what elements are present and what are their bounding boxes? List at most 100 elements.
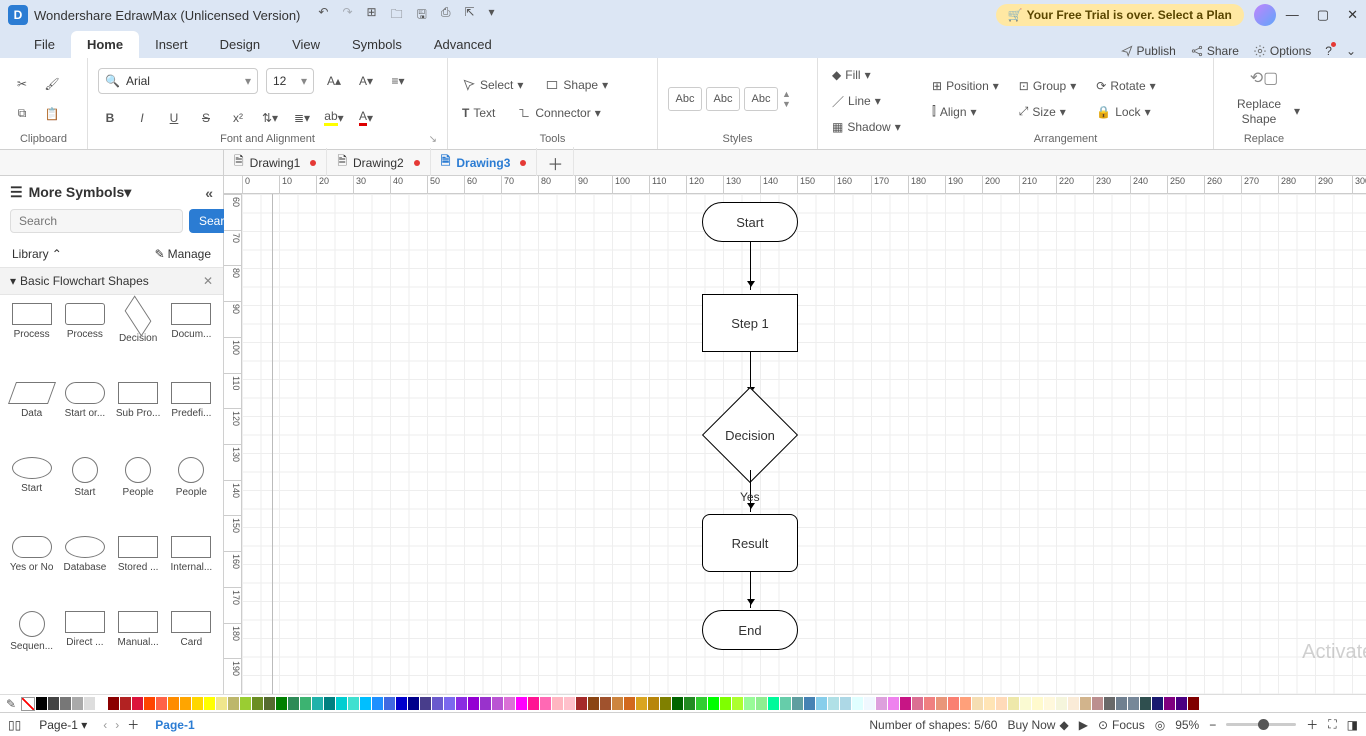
styles-up-icon[interactable]: ▲ bbox=[782, 89, 791, 99]
color-swatch[interactable] bbox=[48, 697, 59, 710]
menu-tab-home[interactable]: Home bbox=[71, 31, 139, 58]
shape-palette-item[interactable]: Card bbox=[166, 611, 217, 686]
styles-down-icon[interactable]: ▼ bbox=[782, 99, 791, 109]
shape-palette-item[interactable]: Sub Pro... bbox=[113, 382, 164, 453]
color-swatch[interactable] bbox=[192, 697, 203, 710]
shape-palette-item[interactable]: Data bbox=[6, 382, 57, 453]
flowchart-decision[interactable]: Decision bbox=[702, 400, 798, 470]
shape-palette-item[interactable]: Sequen... bbox=[6, 611, 57, 686]
shape-palette-item[interactable]: Docum... bbox=[166, 303, 217, 378]
align-button[interactable]: ⫿ Align▾ bbox=[928, 101, 1003, 123]
color-swatch[interactable] bbox=[600, 697, 611, 710]
color-swatch[interactable] bbox=[1032, 697, 1043, 710]
color-swatch[interactable] bbox=[264, 697, 275, 710]
more-symbols-button[interactable]: More Symbols▾ bbox=[29, 184, 132, 201]
color-swatch[interactable] bbox=[984, 697, 995, 710]
fill-button[interactable]: ◆ Fill ▾ bbox=[828, 64, 908, 86]
color-swatch[interactable] bbox=[252, 697, 263, 710]
shape-palette-item[interactable]: Database bbox=[59, 536, 110, 607]
position-button[interactable]: ⊞ Position▾ bbox=[928, 75, 1003, 97]
color-swatch[interactable] bbox=[1020, 697, 1031, 710]
superscript-icon[interactable]: x² bbox=[226, 106, 250, 130]
zoom-level[interactable]: 95% bbox=[1175, 718, 1199, 732]
publish-button[interactable]: Publish bbox=[1120, 44, 1176, 58]
ribbon-collapse-icon[interactable]: ⌄ bbox=[1346, 44, 1356, 58]
fit-page-icon[interactable]: ◎ bbox=[1155, 718, 1165, 732]
export-icon[interactable]: ⇱ bbox=[464, 5, 474, 26]
color-swatch[interactable] bbox=[732, 697, 743, 710]
color-swatch[interactable] bbox=[660, 697, 671, 710]
prev-page-icon[interactable]: ‹ bbox=[103, 718, 107, 732]
line-spacing-icon[interactable]: ⇅▾ bbox=[258, 106, 282, 130]
color-swatch[interactable] bbox=[912, 697, 923, 710]
menu-tab-view[interactable]: View bbox=[276, 31, 336, 58]
color-swatch[interactable] bbox=[96, 697, 107, 710]
add-doc-tab[interactable]: ＋ bbox=[537, 147, 574, 179]
copy-icon[interactable]: ⧉ bbox=[10, 102, 34, 126]
decrease-font-icon[interactable]: A▾ bbox=[354, 69, 378, 93]
doc-tab-drawing2[interactable]: 🗎Drawing2 bbox=[327, 148, 430, 177]
shape-palette-item[interactable]: Manual... bbox=[113, 611, 164, 686]
color-swatch[interactable] bbox=[936, 697, 947, 710]
color-swatch[interactable] bbox=[636, 697, 647, 710]
color-swatch[interactable] bbox=[888, 697, 899, 710]
sidebar-collapse-icon[interactable]: « bbox=[205, 185, 213, 201]
color-swatch[interactable] bbox=[120, 697, 131, 710]
menu-tab-design[interactable]: Design bbox=[204, 31, 276, 58]
connector-tool[interactable]: Connector ▾ bbox=[513, 103, 604, 123]
color-swatch[interactable] bbox=[300, 697, 311, 710]
maximize-button[interactable]: ▢ bbox=[1317, 7, 1329, 23]
color-swatch[interactable] bbox=[744, 697, 755, 710]
color-swatch[interactable] bbox=[648, 697, 659, 710]
library-button[interactable]: Library ⌃ bbox=[12, 247, 62, 261]
panel-toggle-icon[interactable]: ◨ bbox=[1347, 718, 1358, 732]
color-swatch[interactable] bbox=[576, 697, 587, 710]
style-preset-1[interactable]: Abc bbox=[668, 87, 702, 111]
options-button[interactable]: Options bbox=[1253, 44, 1311, 58]
shape-palette-item[interactable]: Stored ... bbox=[113, 536, 164, 607]
color-swatch[interactable] bbox=[1188, 697, 1199, 710]
shape-palette-item[interactable]: Process bbox=[59, 303, 110, 378]
shadow-button[interactable]: ▦ Shadow ▾ bbox=[828, 116, 908, 138]
group-button[interactable]: ⊡ Group▾ bbox=[1015, 75, 1080, 97]
doc-tab-drawing3[interactable]: 🗎Drawing3 bbox=[431, 148, 538, 177]
color-swatch[interactable] bbox=[1116, 697, 1127, 710]
shape-palette-item[interactable]: Start bbox=[59, 457, 110, 532]
color-swatch[interactable] bbox=[144, 697, 155, 710]
color-swatch[interactable] bbox=[552, 697, 563, 710]
color-swatch[interactable] bbox=[336, 697, 347, 710]
font-launcher-icon[interactable]: ↘ bbox=[429, 134, 437, 145]
font-family-combo[interactable]: 🔍Arial▾ bbox=[98, 68, 258, 94]
color-swatch[interactable] bbox=[372, 697, 383, 710]
color-swatch[interactable] bbox=[1104, 697, 1115, 710]
bold-icon[interactable]: B bbox=[98, 106, 122, 130]
select-tool[interactable]: Select ▾ bbox=[458, 75, 527, 95]
increase-font-icon[interactable]: A▴ bbox=[322, 69, 346, 93]
color-swatch[interactable] bbox=[804, 697, 815, 710]
italic-icon[interactable]: I bbox=[130, 106, 154, 130]
color-swatch[interactable] bbox=[948, 697, 959, 710]
color-swatch[interactable] bbox=[324, 697, 335, 710]
text-tool[interactable]: T Text bbox=[458, 103, 499, 123]
color-swatch[interactable] bbox=[384, 697, 395, 710]
color-swatch[interactable] bbox=[204, 697, 215, 710]
flowchart-arrow[interactable] bbox=[750, 572, 751, 608]
drawing-canvas[interactable]: Start Step 1 Decision Yes Result End Act… bbox=[242, 194, 1366, 694]
presentation-icon[interactable]: ▶ bbox=[1079, 718, 1088, 732]
open-icon[interactable]: 🗀 bbox=[391, 5, 403, 26]
buy-now-link[interactable]: Buy Now ◆ bbox=[1007, 718, 1068, 732]
focus-button[interactable]: ⊙ Focus bbox=[1098, 718, 1145, 732]
color-swatch[interactable] bbox=[720, 697, 731, 710]
color-swatch[interactable] bbox=[852, 697, 863, 710]
shape-palette-item[interactable]: Decision bbox=[113, 303, 164, 378]
color-swatch[interactable] bbox=[132, 697, 143, 710]
style-preset-2[interactable]: Abc bbox=[706, 87, 740, 111]
color-swatch[interactable] bbox=[1152, 697, 1163, 710]
color-swatch[interactable] bbox=[708, 697, 719, 710]
help-button[interactable]: ? bbox=[1325, 44, 1332, 58]
color-swatch[interactable] bbox=[684, 697, 695, 710]
color-swatch[interactable] bbox=[216, 697, 227, 710]
color-swatch[interactable] bbox=[996, 697, 1007, 710]
align-dropdown-icon[interactable]: ≡▾ bbox=[386, 69, 410, 93]
color-swatch[interactable] bbox=[828, 697, 839, 710]
